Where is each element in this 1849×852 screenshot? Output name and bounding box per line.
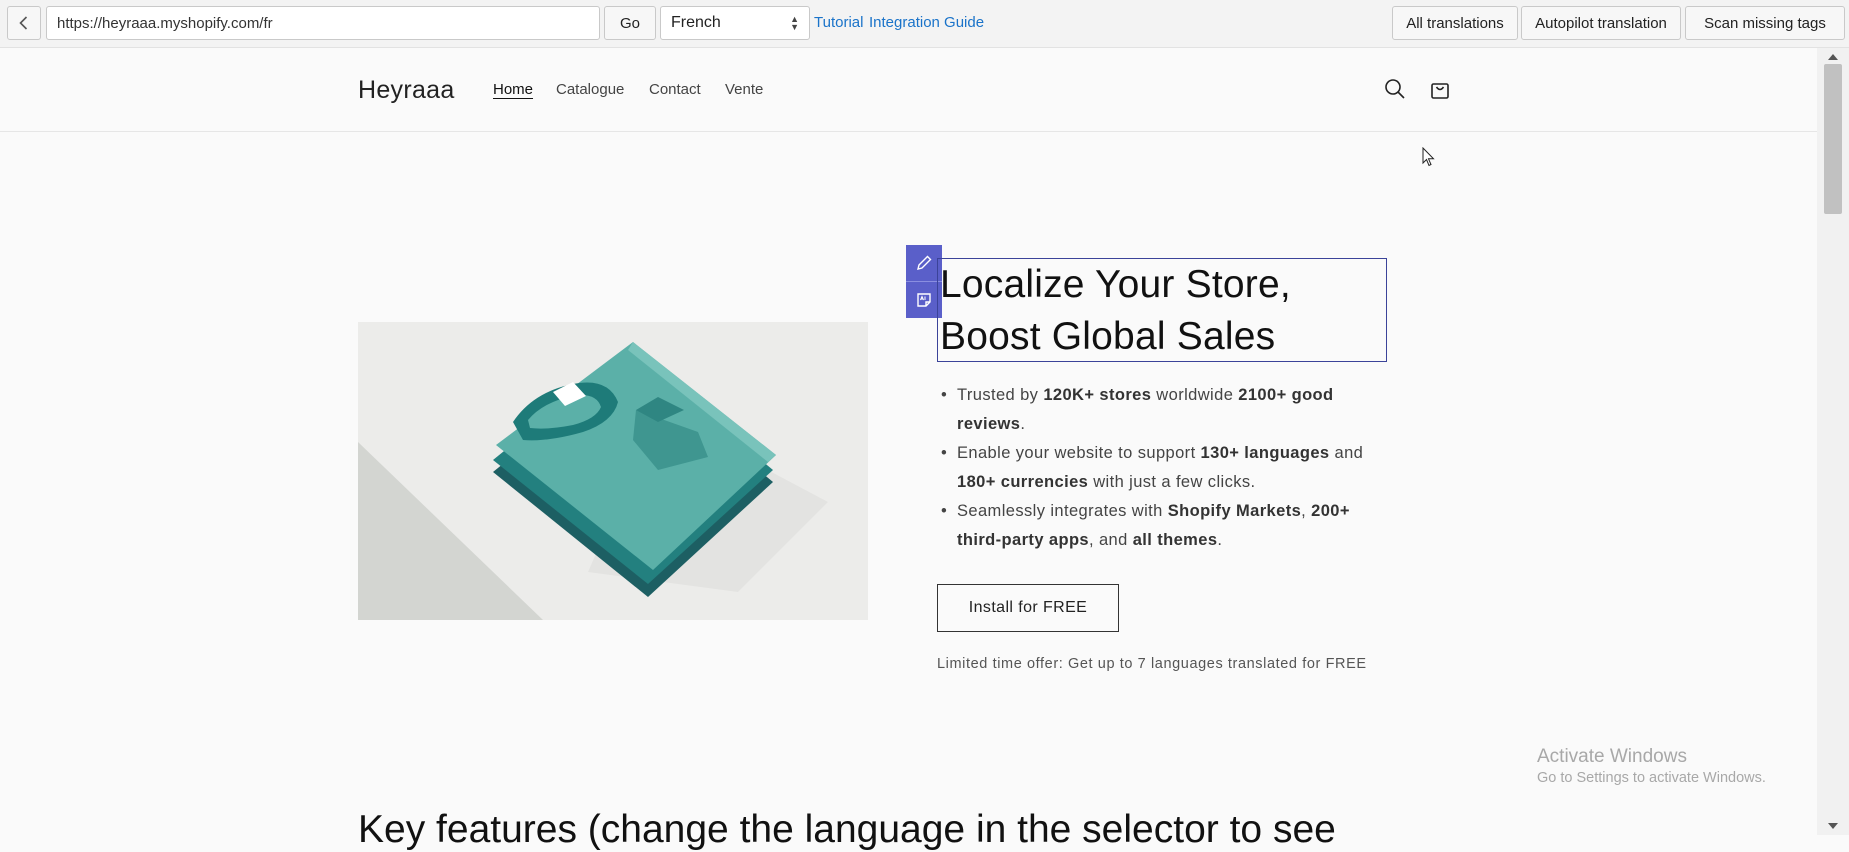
feature-text: worldwide	[1151, 386, 1239, 404]
bullet-icon: •	[941, 502, 948, 520]
feature-text: , and	[1089, 531, 1133, 549]
offer-text: Limited time offer: Get up to 7 language…	[937, 656, 1367, 672]
scan-missing-tags-button[interactable]: Scan missing tags	[1685, 6, 1845, 40]
feature-text: with just a few clicks.	[1088, 473, 1256, 491]
nav-catalogue[interactable]: Catalogue	[556, 81, 624, 98]
feature-list: • Trusted by 120K+ stores worldwide 2100+…	[941, 381, 1397, 555]
store-brand[interactable]: Heyraaa	[358, 76, 455, 105]
page-scrollbar[interactable]	[1817, 48, 1849, 835]
chevron-left-icon	[19, 16, 28, 30]
scroll-down-icon[interactable]	[1828, 823, 1838, 829]
updown-arrows-icon: ▲ ▼	[790, 14, 799, 32]
feature-item: • Trusted by 120K+ stores worldwide 2100+…	[941, 381, 1397, 439]
feature-highlight: all themes	[1132, 531, 1218, 549]
install-button[interactable]: Install for FREE	[937, 584, 1119, 632]
feature-text: Trusted by	[957, 386, 1044, 404]
hero-title[interactable]: Localize Your Store, Boost Global Sales	[937, 258, 1387, 362]
nav-contact[interactable]: Contact	[649, 81, 701, 98]
store-header: Heyraaa Home Catalogue Contact Vente	[0, 48, 1817, 132]
feature-text: ,	[1301, 502, 1312, 520]
editor-toolbar: Go French ▲▼ Tutorial Integration Guide …	[0, 0, 1849, 48]
pencil-icon	[917, 255, 932, 270]
feature-highlight: 130+ languages	[1200, 444, 1330, 462]
language-select-value: French	[671, 14, 721, 31]
folded-shirts-illustration	[358, 322, 868, 620]
nav-home[interactable]: Home	[493, 81, 533, 98]
url-input[interactable]	[46, 6, 600, 40]
feature-text: .	[1217, 531, 1223, 549]
feature-item: • Enable your website to support 130+ lan…	[941, 439, 1397, 497]
search-icon[interactable]	[1382, 76, 1408, 102]
feature-highlight: 120K+ stores	[1043, 386, 1152, 404]
all-translations-button[interactable]: All translations	[1392, 6, 1518, 40]
go-button[interactable]: Go	[604, 6, 656, 40]
scroll-thumb[interactable]	[1824, 64, 1842, 214]
feature-text: Enable your website to support	[957, 444, 1201, 462]
feature-text: Seamlessly integrates with	[957, 502, 1168, 520]
mouse-cursor-icon	[1422, 147, 1435, 167]
scroll-up-icon[interactable]	[1828, 54, 1838, 60]
feature-highlight: Shopify Markets	[1167, 502, 1302, 520]
tutorial-link[interactable]: Tutorial	[814, 14, 863, 31]
windows-watermark-title: Activate Windows	[1537, 746, 1687, 767]
cart-icon[interactable]	[1427, 76, 1453, 102]
autopilot-translation-button[interactable]: Autopilot translation	[1521, 6, 1681, 40]
feature-text: and	[1329, 444, 1364, 462]
feature-item: • Seamlessly integrates with Shopify Mark…	[941, 497, 1397, 555]
bullet-icon: •	[941, 386, 948, 404]
hero-image	[358, 322, 868, 620]
windows-watermark-subtitle: Go to Settings to activate Windows.	[1537, 770, 1766, 786]
back-button[interactable]	[7, 6, 41, 40]
section-heading: Key features (change the language in the…	[358, 808, 1336, 851]
language-select[interactable]: French ▲ ▼	[660, 6, 810, 40]
feature-text: .	[1020, 415, 1026, 433]
ai-note-icon	[917, 293, 931, 307]
bullet-icon: •	[941, 444, 948, 462]
integration-guide-link[interactable]: Integration Guide	[869, 14, 984, 31]
feature-highlight: 180+ currencies	[957, 473, 1089, 491]
nav-vente[interactable]: Vente	[725, 81, 763, 98]
